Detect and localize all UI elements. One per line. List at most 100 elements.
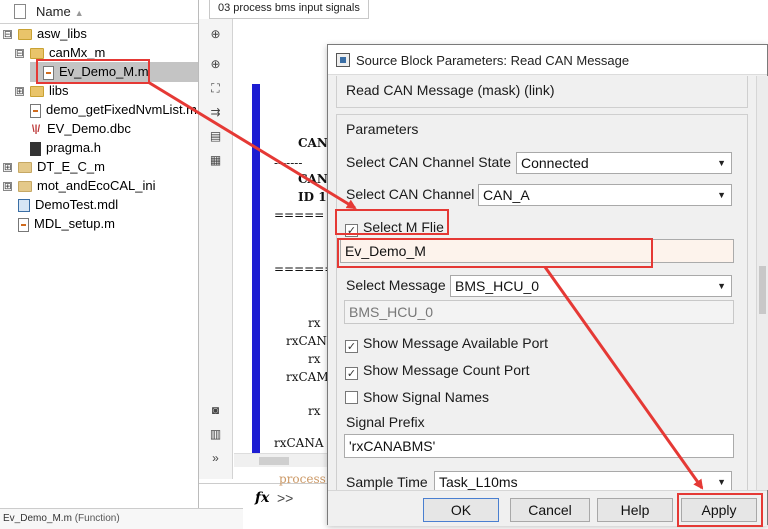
annotation-icon[interactable]: ▤	[208, 129, 223, 144]
code-line: rxCAM	[286, 370, 329, 384]
tree-item-mot-andecocal-ini[interactable]: ⊞ mot_andEcoCAL_ini	[3, 176, 156, 196]
code-line: rx	[308, 352, 321, 366]
chevron-down-icon: ▼	[717, 477, 726, 487]
status-bar: Ev_Demo_M.m (Function)	[0, 508, 243, 529]
expand-icon[interactable]: ⊞	[3, 163, 12, 173]
fx-icon: fx	[255, 490, 270, 506]
channel-state-label: Select CAN Channel State	[346, 154, 511, 170]
sample-time-label: Sample Time	[346, 474, 428, 490]
checklist-icon[interactable]: ▥	[208, 427, 223, 442]
checkbox-checked-icon[interactable]: ✓	[345, 367, 358, 380]
editor-palette-toolbar: ⊕ ⊕ ⛶ ⇉ ▤ ▦ ◙ ▥ »	[199, 19, 233, 479]
tree-item-demo-getfixednvmlist[interactable]: demo_getFixedNvmList.m	[30, 100, 197, 120]
tree-item-pragma-h[interactable]: pragma.h	[30, 138, 101, 158]
tab-process-bms-input-signals[interactable]: 03 process bms input signals	[209, 0, 369, 19]
stateflow-chart-block[interactable]: CAN ------- CAN ID 1 ===== ======= rx rx…	[252, 84, 344, 464]
help-button[interactable]: Help	[597, 498, 673, 522]
show-signal-names-label: Show Signal Names	[363, 389, 490, 405]
tree-item-label: canMx_m	[49, 45, 106, 60]
cancel-button[interactable]: Cancel	[510, 498, 590, 522]
status-file-type: (Function)	[74, 513, 120, 524]
collapse-icon[interactable]: ⊟	[3, 30, 12, 40]
signal-prefix-input[interactable]: 'rxCANABMS'	[344, 434, 734, 458]
code-line: ID 1	[298, 190, 327, 204]
expand-icon[interactable]: ⊞	[3, 182, 12, 192]
message-readonly-value: BMS_HCU_0	[349, 304, 434, 320]
tree-item-label: DemoTest.mdl	[35, 197, 119, 212]
channel-value: CAN_A	[483, 187, 530, 203]
dialog-title: Source Block Parameters: Read CAN Messag…	[356, 53, 630, 68]
mask-description: Read CAN Message (mask) (link)	[346, 82, 555, 98]
chevron-down-icon: ▼	[717, 281, 726, 291]
expand-more-icon[interactable]: »	[208, 451, 223, 466]
mdl-file-icon	[18, 199, 30, 213]
command-prompt: >>	[277, 490, 294, 506]
fit-view-icon[interactable]: ⛶	[208, 81, 223, 96]
highlight-box-m-file	[36, 59, 150, 84]
code-line: rxCAN	[286, 334, 327, 348]
parameters-heading: Parameters	[346, 121, 419, 137]
tree-item-asw-libs[interactable]: ⊟ asw_libs	[3, 24, 87, 44]
chevron-down-icon: ▼	[717, 190, 726, 200]
vertical-scrollbar[interactable]	[756, 76, 768, 490]
sample-time-dropdown[interactable]: Task_L10ms ▼	[434, 471, 732, 490]
ok-button[interactable]: OK	[423, 498, 499, 522]
tree-item-label: EV_Demo.dbc	[47, 121, 131, 136]
message-dropdown[interactable]: BMS_HCU_0 ▼	[450, 275, 732, 297]
file-icon	[14, 4, 26, 19]
image-icon[interactable]: ▦	[208, 153, 223, 168]
tree-item-label: MDL_setup.m	[34, 216, 115, 231]
tree-item-libs[interactable]: ⊞ libs	[15, 81, 69, 101]
message-label: Select Message	[346, 277, 446, 293]
show-signal-names-checkbox[interactable]: Show Signal Names	[345, 389, 489, 405]
tree-item-demotest-mdl[interactable]: DemoTest.mdl	[18, 195, 118, 215]
show-available-port-label: Show Message Available Port	[363, 335, 548, 351]
tree-item-label: asw_libs	[37, 26, 87, 41]
message-readonly-field: BMS_HCU_0	[344, 300, 734, 324]
show-count-port-checkbox[interactable]: ✓ Show Message Count Port	[345, 362, 530, 380]
tree-item-ev-demo-dbc[interactable]: \|/ EV_Demo.dbc	[30, 119, 131, 139]
dialog-button-bar: OK Cancel Help Apply	[328, 490, 767, 527]
block-parameters-dialog: Source Block Parameters: Read CAN Messag…	[327, 44, 768, 527]
expand-icon[interactable]: ⊞	[15, 87, 24, 97]
code-line: -------	[274, 156, 303, 170]
signal-prefix-value: 'rxCANABMS'	[349, 438, 436, 454]
channel-label: Select CAN Channel	[346, 186, 475, 202]
highlight-box-m-file-input	[337, 238, 653, 268]
dialog-body: Read CAN Message (mask) (link) Parameter…	[328, 76, 756, 490]
checkbox-unchecked-icon[interactable]	[345, 391, 358, 404]
code-line: rx	[308, 316, 321, 330]
channel-state-dropdown[interactable]: Connected ▼	[516, 152, 732, 174]
tree-item-label: pragma.h	[46, 140, 101, 155]
zoom-in-icon[interactable]: ⊕	[208, 57, 223, 72]
camera-icon[interactable]: ◙	[208, 403, 223, 418]
arrow-right-icon[interactable]: ⇉	[208, 105, 223, 120]
checkbox-checked-icon[interactable]: ✓	[345, 340, 358, 353]
tree-item-mdl-setup-m[interactable]: MDL_setup.m	[18, 214, 115, 234]
tree-item-label: mot_andEcoCAL_ini	[37, 178, 156, 193]
code-line: rxCANA	[274, 436, 324, 450]
folder-icon	[18, 162, 32, 174]
collapse-icon[interactable]: ⊟	[15, 49, 24, 59]
column-name-label: Name	[36, 4, 71, 19]
signal-prefix-label: Signal Prefix	[346, 414, 425, 430]
m-file-icon	[18, 217, 29, 232]
highlight-box-apply	[677, 493, 763, 527]
dialog-title-bar[interactable]: Source Block Parameters: Read CAN Messag…	[328, 45, 767, 75]
scrollbar-thumb[interactable]	[759, 266, 766, 314]
chevron-down-icon: ▼	[717, 158, 726, 168]
folder-icon	[30, 48, 44, 60]
status-file-name: Ev_Demo_M.m	[3, 513, 72, 524]
channel-dropdown[interactable]: CAN_A ▼	[478, 184, 732, 206]
highlight-box-select-m-file	[335, 209, 449, 235]
folder-icon	[18, 181, 32, 193]
show-count-port-label: Show Message Count Port	[363, 362, 530, 378]
tree-item-dt-e-c-m[interactable]: ⊞ DT_E_C_m	[3, 157, 105, 177]
sample-time-value: Task_L10ms	[439, 474, 518, 490]
show-available-port-checkbox[interactable]: ✓ Show Message Available Port	[345, 335, 548, 353]
tree-column-header[interactable]: Name ▲	[0, 0, 198, 24]
scrollbar-thumb[interactable]	[259, 457, 289, 465]
code-line: CAN	[298, 172, 328, 186]
hide-show-icon[interactable]: ⊕	[208, 27, 223, 42]
block-icon	[336, 53, 350, 67]
